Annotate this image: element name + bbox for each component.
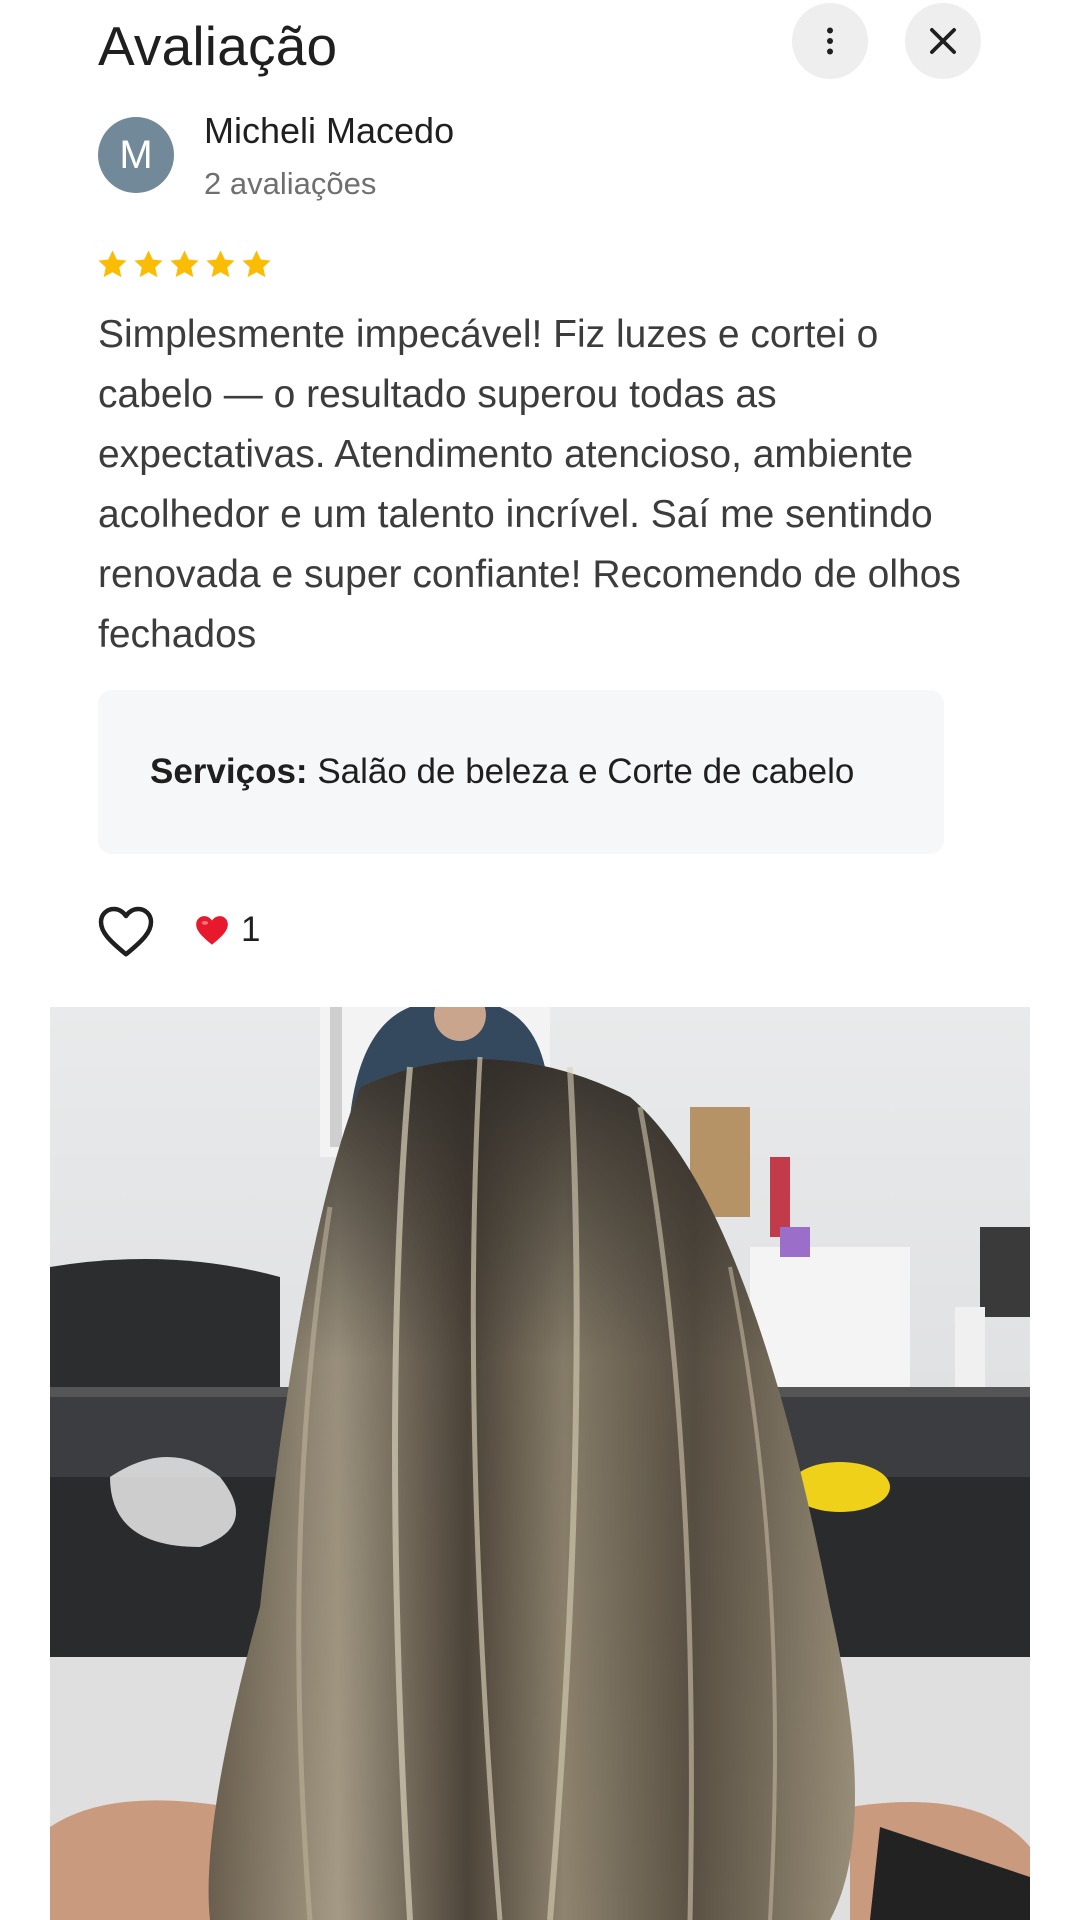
services-line: Serviços: Salão de beleza e Corte de cab… (150, 752, 854, 792)
more-vert-icon (827, 27, 833, 55)
more-options-button[interactable] (792, 3, 868, 79)
review-photo[interactable] (50, 1007, 1030, 1920)
services-label: Serviços: (150, 752, 308, 791)
star-rating (96, 248, 273, 281)
close-button[interactable] (905, 3, 981, 79)
star-icon (242, 250, 271, 278)
reaction-count: 1 (241, 910, 261, 949)
like-button[interactable] (96, 903, 156, 959)
page-title: Avaliação (98, 15, 338, 77)
red-heart-icon (196, 916, 228, 945)
avatar[interactable]: M (98, 117, 174, 193)
author-review-count: 2 avaliações (204, 166, 377, 201)
services-value: Salão de beleza e Corte de cabelo (307, 752, 855, 791)
services-box: Serviços: Salão de beleza e Corte de cab… (98, 690, 944, 854)
review-photo-image (50, 1007, 1030, 1920)
star-icon (134, 250, 163, 278)
star-icon (170, 250, 199, 278)
review-text: Simplesmente impecável! Fiz luzes e cort… (98, 313, 961, 656)
heart-outline-icon (98, 906, 154, 957)
author-name[interactable]: Micheli Macedo (204, 110, 454, 152)
reaction-summary[interactable]: 1 (193, 910, 260, 950)
star-icon (98, 250, 127, 278)
close-icon (930, 28, 956, 54)
star-icon (206, 250, 235, 278)
